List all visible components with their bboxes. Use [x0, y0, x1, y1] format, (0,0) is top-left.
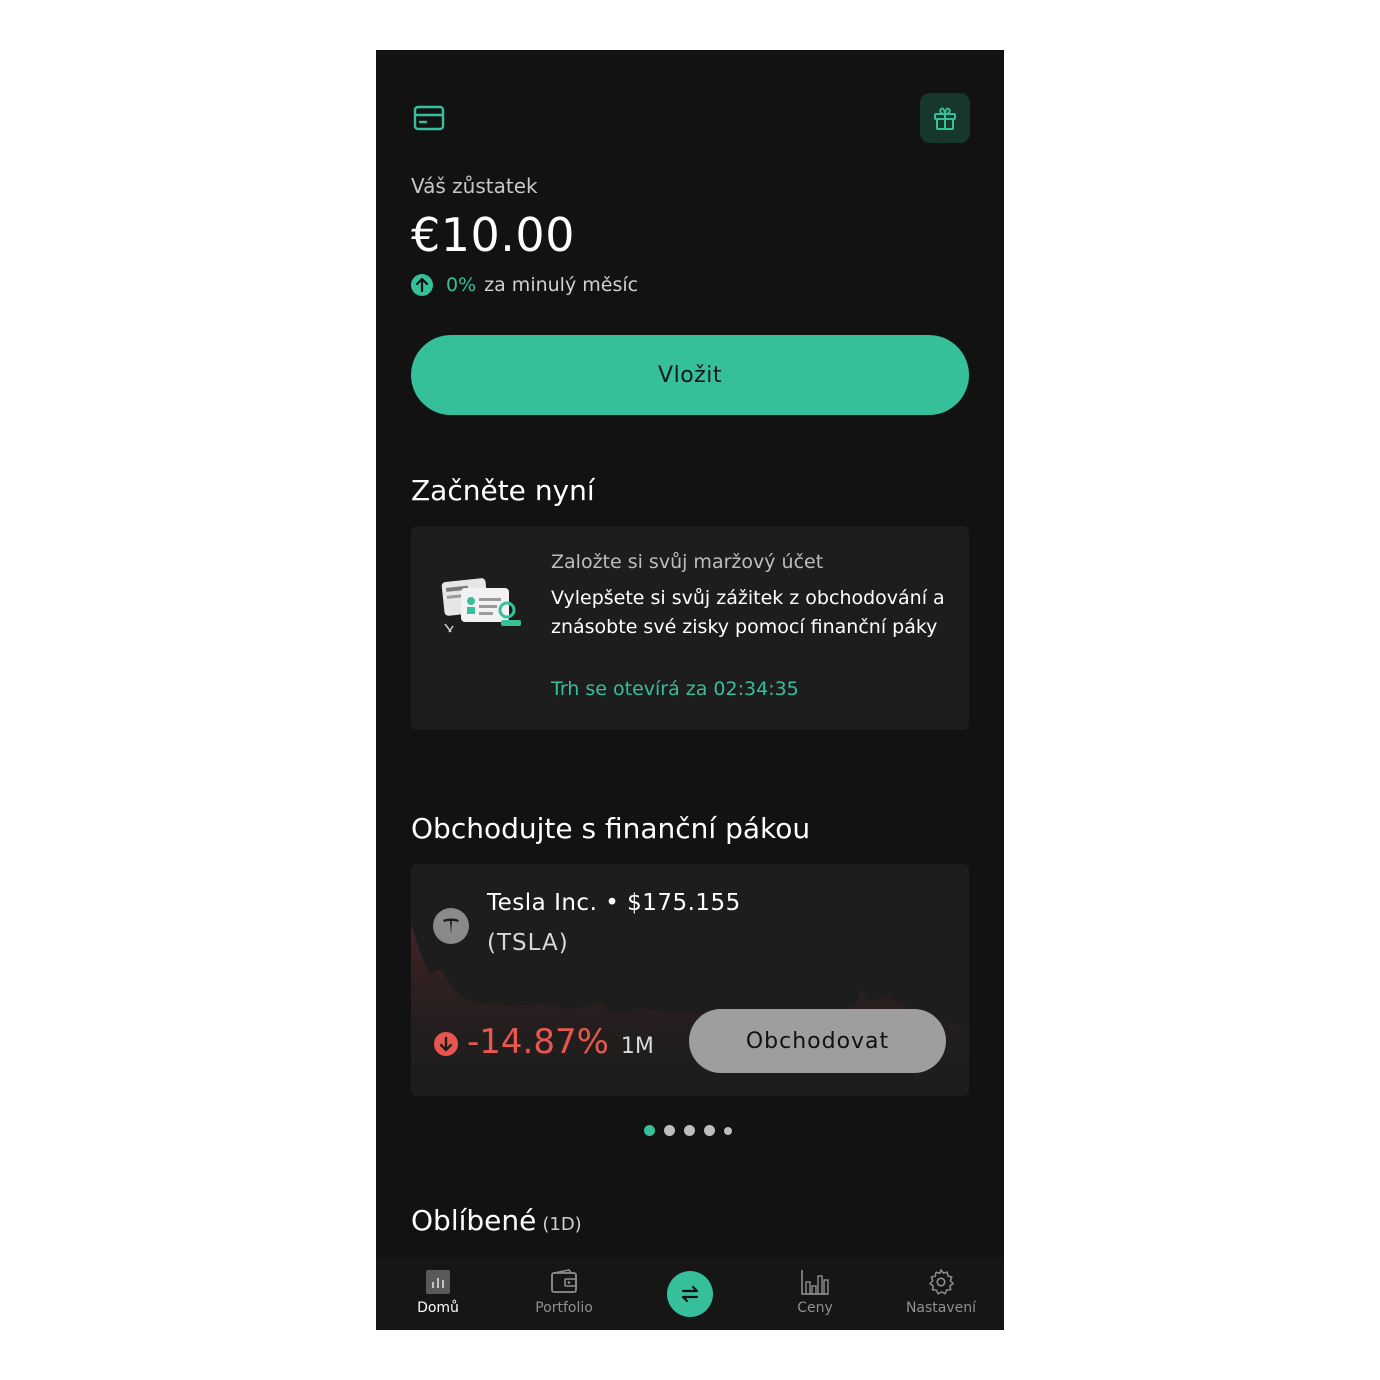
balance-value: €10.00: [411, 208, 575, 262]
nav-item-settings[interactable]: Nastavení: [891, 1268, 991, 1316]
stock-change-period: 1M: [620, 1034, 654, 1059]
margin-account-card[interactable]: Založte si svůj maržový účet Vylepšete s…: [411, 526, 969, 730]
carousel-dot[interactable]: [684, 1125, 695, 1136]
tesla-logo-icon: [433, 908, 469, 944]
balance-change-period: za minulý měsíc: [484, 274, 639, 296]
nav-label-settings: Nastavení: [905, 1300, 977, 1316]
carousel-dot[interactable]: [644, 1125, 655, 1136]
trade-button[interactable]: Obchodovat: [689, 1009, 946, 1073]
nav-label-portfolio: Portfolio: [535, 1300, 593, 1316]
stock-performance: -14.87% 1M: [433, 1022, 654, 1062]
app-screen: Váš zůstatek €10.00 0% za minulý měsíc V…: [376, 50, 1004, 1330]
carousel-pagination: [644, 1125, 732, 1136]
wallet-icon: [551, 1269, 577, 1293]
favorites-timeframe: (1D): [542, 1214, 582, 1235]
tesla-trade-card[interactable]: Tesla Inc. • $175.155 (TSLA) -14.87% 1M …: [411, 864, 969, 1096]
balance-change-percent: 0%: [446, 274, 477, 296]
nav-item-portfolio[interactable]: Portfolio: [514, 1268, 614, 1316]
bar-chart-icon: [801, 1270, 829, 1295]
deposit-button[interactable]: Vložit: [411, 335, 969, 415]
gift-button[interactable]: [920, 93, 970, 143]
stock-ticker: (TSLA): [487, 930, 569, 956]
carousel-dot[interactable]: [664, 1125, 675, 1136]
settings-gear-icon: [929, 1269, 954, 1295]
balance-change: 0% za minulý měsíc: [410, 273, 638, 297]
bottom-navigation: Domů Portfolio Ceny Nastavení: [376, 1258, 1004, 1330]
favorites-title: Oblíbené: [411, 1204, 537, 1237]
market-open-timer: Trh se otevírá za 02:34:35: [551, 678, 799, 700]
carousel-dot[interactable]: [724, 1126, 732, 1135]
margin-card-description: Vylepšete si svůj zážitek z obchodování …: [551, 587, 945, 638]
credit-card-icon[interactable]: [413, 105, 445, 131]
favorites-section-title: Oblíbené (1D): [411, 1204, 582, 1237]
margin-card-title: Založte si svůj maržový účet: [551, 551, 824, 573]
arrow-down-circle-icon: [434, 1032, 458, 1056]
nav-trade-button[interactable]: [667, 1271, 713, 1317]
home-chart-icon: [426, 1270, 450, 1294]
gift-icon: [934, 107, 956, 130]
stock-name: Tesla Inc. • $175.155: [487, 890, 741, 916]
start-section-title: Začněte nyní: [411, 474, 595, 507]
nav-item-home[interactable]: Domů: [388, 1268, 488, 1316]
nav-item-prices[interactable]: Ceny: [765, 1268, 865, 1316]
balance-label: Váš zůstatek: [411, 174, 538, 198]
carousel-dot[interactable]: [704, 1125, 715, 1136]
nav-label-prices: Ceny: [797, 1300, 833, 1316]
stock-change-percent: -14.87%: [467, 1022, 609, 1062]
nav-label-home: Domů: [417, 1300, 459, 1316]
swap-arrows-icon: [681, 1285, 699, 1303]
leverage-section-title: Obchodujte s finanční pákou: [411, 812, 811, 845]
arrow-up-circle-icon: [411, 274, 433, 296]
documents-illustration-icon: [441, 578, 521, 633]
